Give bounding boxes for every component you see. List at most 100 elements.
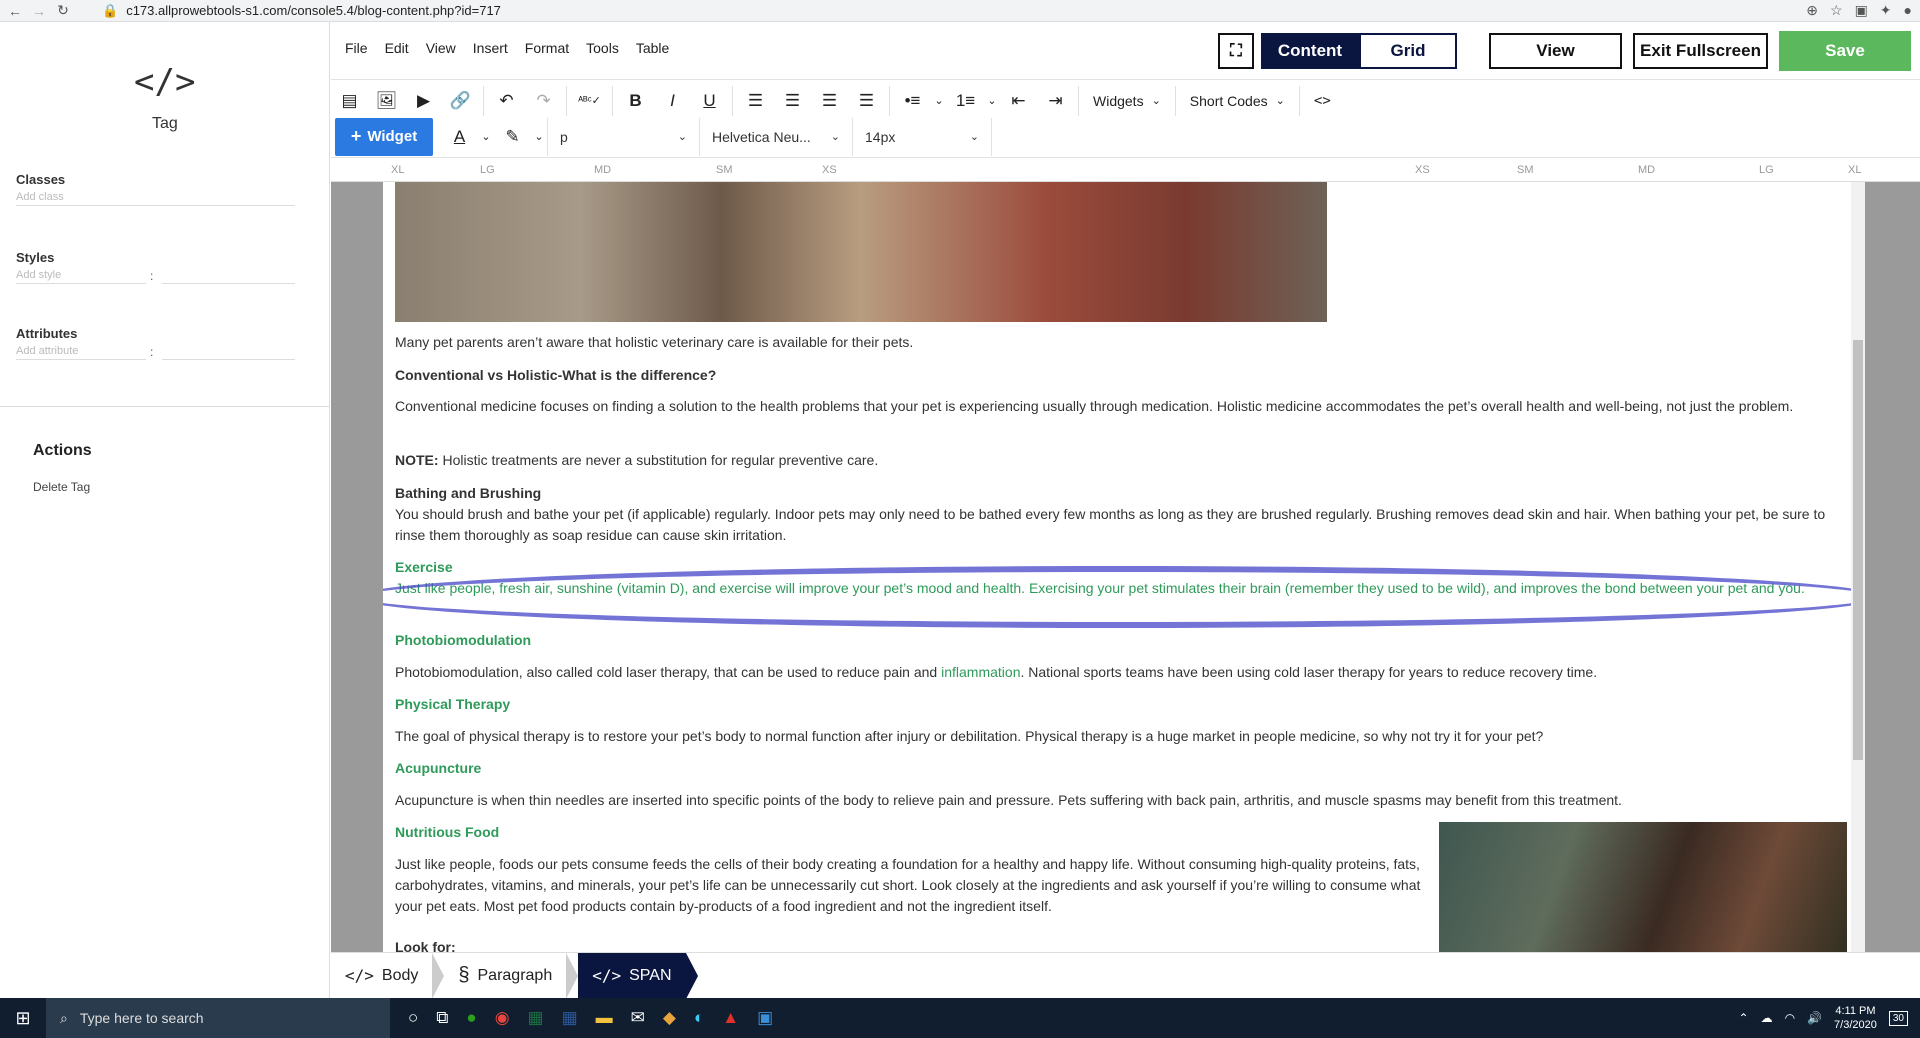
numbered-list-icon[interactable]: 1≡	[947, 86, 984, 116]
taskbar-search[interactable]: ⌕ Type here to search	[46, 998, 390, 1038]
view-button[interactable]: View	[1489, 33, 1622, 69]
chevron-down-icon[interactable]: ⌄	[984, 86, 1000, 116]
video-icon[interactable]: ▶	[405, 86, 442, 116]
attribute-value-input[interactable]	[162, 342, 295, 360]
volume-icon[interactable]: 🔊	[1807, 1011, 1822, 1025]
mail-icon[interactable]: ✉	[631, 1008, 645, 1028]
short-codes-dropdown[interactable]: Short Codes ⌄	[1180, 86, 1295, 116]
underline-icon[interactable]: U	[691, 86, 728, 116]
bullet-list-icon[interactable]: •≡	[894, 86, 931, 116]
undo-icon[interactable]: ↶	[488, 86, 525, 116]
align-center-icon[interactable]: ☰	[774, 86, 811, 116]
ruler-sm-right[interactable]: SM	[1517, 164, 1534, 176]
photobiomodulation-heading[interactable]: Photobiomodulation	[395, 630, 1845, 651]
conventional-heading[interactable]: Conventional vs Holistic-What is the dif…	[395, 365, 1845, 386]
cortana-icon[interactable]: ○	[408, 1008, 418, 1028]
content-mode-button[interactable]: Content	[1261, 33, 1359, 69]
note-paragraph[interactable]: NOTE: Holistic treatments are never a su…	[395, 450, 1845, 471]
quickbooks-icon[interactable]: ●	[466, 1008, 476, 1028]
acrobat-icon[interactable]: ▲	[722, 1008, 739, 1028]
notifications-badge[interactable]: 30	[1888, 1010, 1908, 1026]
menu-view[interactable]: View	[426, 40, 456, 56]
menu-table[interactable]: Table	[636, 40, 669, 56]
outdent-icon[interactable]: ⇤	[1000, 86, 1037, 116]
grid-mode-button[interactable]: Grid	[1359, 33, 1457, 69]
link-icon[interactable]: 🔗	[442, 86, 479, 116]
wifi-icon[interactable]: ◠	[1785, 1011, 1795, 1025]
excel-icon[interactable]: ▦	[528, 1008, 544, 1028]
highlight-color-icon[interactable]: ✎	[494, 122, 531, 152]
attribute-name-input[interactable]: Add attribute	[16, 342, 146, 360]
widgets-dropdown[interactable]: Widgets ⌄	[1083, 86, 1171, 116]
redo-icon[interactable]: ↷	[525, 86, 562, 116]
align-justify-icon[interactable]: ☰	[848, 86, 885, 116]
breadcrumb-paragraph[interactable]: § Paragraph	[444, 953, 566, 999]
add-widget-button[interactable]: + Widget	[335, 117, 433, 156]
package-icon[interactable]: ◆	[663, 1008, 676, 1028]
puzzle-icon[interactable]: ✦	[1880, 2, 1892, 19]
ruler-md-left[interactable]: MD	[594, 164, 611, 176]
exit-fullscreen-button[interactable]: Exit Fullscreen	[1633, 33, 1768, 69]
star-icon[interactable]: ☆	[1830, 2, 1843, 19]
delete-tag-link[interactable]: Delete Tag	[33, 480, 90, 494]
chevron-down-icon[interactable]: ⌄	[931, 86, 947, 116]
font-family-select[interactable]: Helvetica Neu... ⌄	[699, 117, 852, 156]
document-page[interactable]: Many pet parents aren’t aware that holis…	[383, 182, 1851, 952]
photobiomodulation-paragraph[interactable]: Photobiomodulation, also called cold las…	[395, 662, 1845, 683]
menu-tools[interactable]: Tools	[586, 40, 619, 56]
word-icon[interactable]: ▦	[562, 1008, 578, 1028]
text-color-icon[interactable]: A	[441, 122, 478, 152]
file-explorer-icon[interactable]: ▬	[596, 1008, 613, 1028]
physical-therapy-paragraph[interactable]: The goal of physical therapy is to resto…	[395, 726, 1845, 747]
class-input[interactable]: Add class	[16, 188, 295, 206]
reload-icon[interactable]: ↻	[54, 2, 72, 19]
intro-paragraph[interactable]: Many pet parents aren’t aware that holis…	[395, 332, 1845, 353]
style-name-input[interactable]: Add style	[16, 266, 146, 284]
forward-icon[interactable]: →	[30, 3, 48, 19]
clock[interactable]: 4:11 PM 7/3/2020	[1834, 1004, 1877, 1032]
look-for-heading[interactable]: Look for:	[395, 937, 1845, 952]
onedrive-icon[interactable]: ☁	[1761, 1011, 1773, 1025]
align-left-icon[interactable]: ☰	[737, 86, 774, 116]
bathing-paragraph[interactable]: You should brush and bathe your pet (if …	[395, 504, 1845, 546]
source-code-icon[interactable]: <>	[1304, 86, 1341, 116]
horse-image[interactable]	[1439, 822, 1847, 952]
ruler-xs-right[interactable]: XS	[1415, 164, 1430, 176]
back-icon[interactable]: ←	[6, 3, 24, 19]
acupuncture-paragraph[interactable]: Acupuncture is when thin needles are ins…	[395, 790, 1845, 811]
acupuncture-heading[interactable]: Acupuncture	[395, 758, 1845, 779]
dog-hero-image[interactable]	[395, 182, 1327, 322]
task-view-icon[interactable]: ⧉	[436, 1008, 448, 1028]
edge-icon[interactable]: ◐	[694, 1008, 704, 1028]
align-right-icon[interactable]: ☰	[811, 86, 848, 116]
menu-edit[interactable]: Edit	[385, 40, 409, 56]
spellcheck-icon[interactable]: ᴬᴮᶜ✓	[571, 86, 608, 116]
image-icon[interactable]: 🖼	[368, 86, 405, 116]
bold-icon[interactable]: B	[617, 86, 654, 116]
conventional-paragraph[interactable]: Conventional medicine focuses on finding…	[395, 396, 1845, 417]
menu-format[interactable]: Format	[525, 40, 569, 56]
zoom-icon[interactable]: ⊕	[1806, 2, 1818, 19]
nutritious-food-paragraph[interactable]: Just like people, foods our pets consume…	[395, 854, 1431, 917]
menu-insert[interactable]: Insert	[473, 40, 508, 56]
ruler-xs-left[interactable]: XS	[822, 164, 837, 176]
ruler-xl-right[interactable]: XL	[1848, 164, 1861, 176]
breadcrumb-span[interactable]: </> SPAN	[578, 952, 686, 999]
chevron-up-icon[interactable]: ⌃	[1739, 1011, 1749, 1025]
ruler-sm-left[interactable]: SM	[716, 164, 733, 176]
breadcrumb-body[interactable]: </> Body	[331, 953, 432, 999]
profile-avatar[interactable]: ●	[1904, 2, 1912, 19]
indent-icon[interactable]: ⇥	[1037, 86, 1074, 116]
italic-icon[interactable]: I	[654, 86, 691, 116]
bathing-heading[interactable]: Bathing and Brushing	[395, 483, 1845, 504]
ruler-lg-right[interactable]: LG	[1759, 164, 1774, 176]
inflammation-link[interactable]: inflammation	[941, 664, 1020, 680]
save-button[interactable]: Save	[1779, 31, 1911, 71]
ruler-xl-left[interactable]: XL	[391, 164, 404, 176]
chevron-down-icon[interactable]: ⌄	[478, 122, 494, 152]
style-value-input[interactable]	[162, 266, 295, 284]
select-frame-icon[interactable]: ⛶	[1218, 33, 1254, 69]
address-bar[interactable]: 🔒 c173.allprowebtools-s1.com/console5.4/…	[102, 3, 501, 19]
scrollbar-thumb[interactable]	[1853, 340, 1863, 760]
menu-file[interactable]: File	[345, 40, 368, 56]
